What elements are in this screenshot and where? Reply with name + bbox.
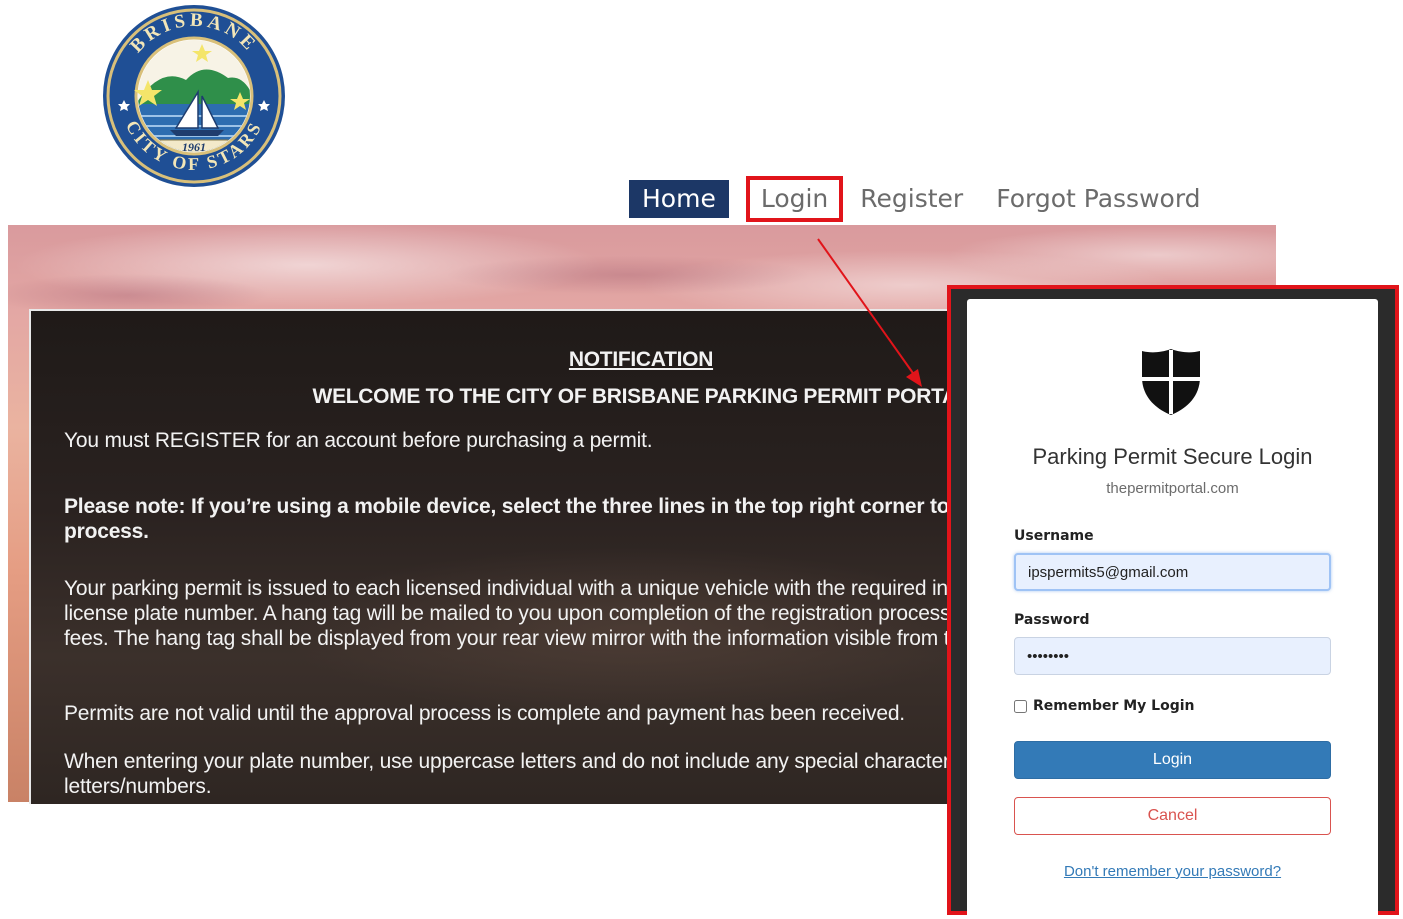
username-input[interactable] xyxy=(1014,553,1331,591)
forgot-password-link[interactable]: Don't remember your password? xyxy=(967,863,1378,880)
cancel-button[interactable]: Cancel xyxy=(1014,797,1331,835)
password-input[interactable] xyxy=(1014,637,1331,675)
permit-info-paragraph: Your parking permit is issued to each li… xyxy=(64,577,1031,650)
nav-home-link[interactable]: Home xyxy=(629,180,729,218)
remember-label: Remember My Login xyxy=(1033,698,1195,714)
notification-panel: NOTIFICATION WELCOME TO THE CITY OF BRIS… xyxy=(29,309,1031,804)
city-seal-logo: 1961 BRISBANE CITY OF STARS xyxy=(103,5,285,187)
login-title: Parking Permit Secure Login xyxy=(1032,444,1313,469)
password-label: Password xyxy=(1014,612,1090,628)
remember-login[interactable]: Remember My Login xyxy=(1014,698,1195,714)
mobile-note: Please note: If you’re using a mobile de… xyxy=(64,495,1031,543)
username-label: Username xyxy=(1014,528,1094,544)
nav-register-link[interactable]: Register xyxy=(860,180,963,218)
nav-forgot-password-link[interactable]: Forgot Password xyxy=(996,180,1200,218)
top-nav: Home Login Register Forgot Password xyxy=(629,176,1201,222)
welcome-heading: WELCOME TO THE CITY OF BRISBANE PARKING … xyxy=(312,385,970,408)
nav-login-link[interactable]: Login xyxy=(745,176,844,222)
plate-instruction-paragraph: When entering your plate number, use upp… xyxy=(64,750,1031,798)
notification-heading: NOTIFICATION xyxy=(568,348,714,371)
login-button[interactable]: Login xyxy=(1014,741,1331,779)
register-instruction: You must REGISTER for an account before … xyxy=(64,429,653,452)
login-subtitle: thepermitportal.com xyxy=(1106,480,1239,497)
shield-icon xyxy=(1142,349,1200,415)
validity-paragraph: Permits are not valid until the approval… xyxy=(64,702,905,725)
remember-checkbox[interactable] xyxy=(1014,699,1027,713)
login-modal: Parking Permit Secure Login thepermitpor… xyxy=(967,299,1378,919)
